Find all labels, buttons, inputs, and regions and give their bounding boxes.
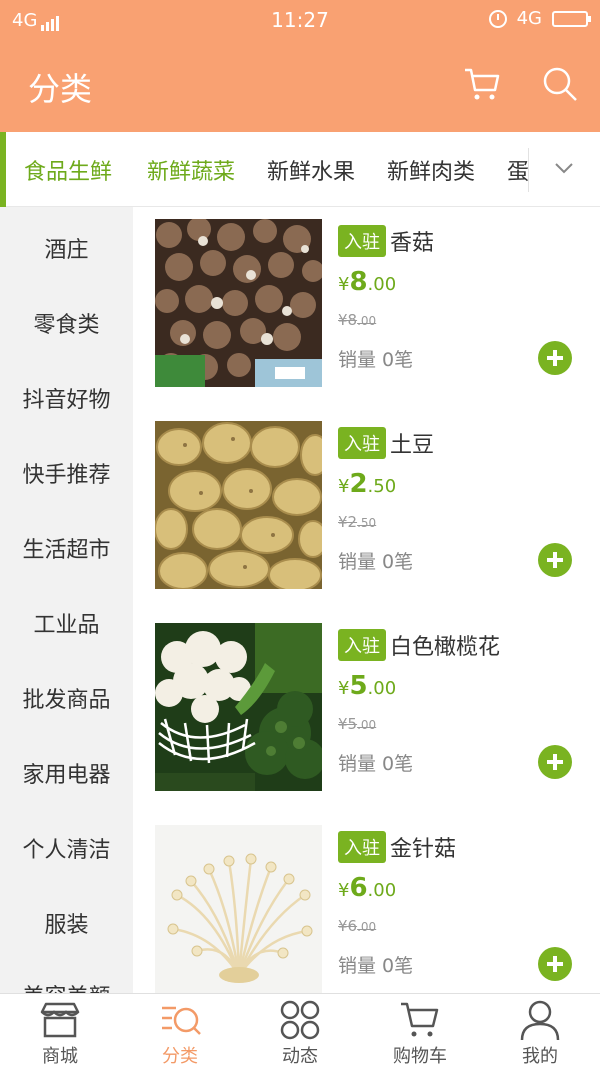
product-name[interactable]: 香菇	[390, 225, 434, 257]
page-title: 分类	[28, 70, 93, 108]
search-icon[interactable]	[540, 64, 580, 104]
sidebar-item-kuaishou[interactable]: 快手推荐	[0, 457, 133, 489]
product-price: ¥8.00	[338, 267, 397, 297]
product-name[interactable]: 金针菇	[390, 831, 456, 863]
nav-cart[interactable]: 购物车	[360, 994, 480, 1067]
sidebar-item-supermarket[interactable]: 生活超市	[0, 532, 133, 564]
product-sales: 销量 0笔	[338, 753, 414, 775]
product-card[interactable]: 入驻 白色橄榄花 ¥5.00 ¥5.00 销量 0笔	[133, 611, 600, 813]
settled-badge: 入驻	[338, 225, 386, 257]
nav-category[interactable]: 分类	[120, 994, 240, 1067]
nav-label: 分类	[162, 1046, 198, 1067]
product-image-mushroom[interactable]	[155, 219, 322, 387]
product-price: ¥6.00	[338, 873, 397, 903]
add-to-cart-button[interactable]	[538, 341, 572, 375]
product-price: ¥5.00	[338, 671, 397, 701]
product-card[interactable]: 入驻 香菇 ¥8.00 ¥8.00 销量 0笔	[133, 207, 600, 409]
product-sales: 销量 0笔	[338, 349, 414, 371]
battery-icon	[552, 10, 591, 27]
product-card[interactable]: 入驻 土豆 ¥2.50 ¥2.50 销量 0笔	[133, 409, 600, 611]
product-image-cauliflower[interactable]	[155, 623, 322, 791]
nav-profile[interactable]: 我的	[480, 994, 600, 1067]
sidebar-item-beauty[interactable]: 美容美颜	[0, 979, 133, 993]
bottom-nav: 商城 分类 动态 购物车 我的	[0, 993, 600, 1067]
nav-shop[interactable]: 商城	[0, 994, 120, 1067]
tab-eggs[interactable]: 蛋	[507, 154, 528, 186]
top-bar: 4G 11:27 4G 分类	[0, 0, 600, 132]
product-image-enoki[interactable]	[155, 825, 322, 993]
product-list: 入驻 香菇 ¥8.00 ¥8.00 销量 0笔 入驻 土豆 ¥2.50 ¥2.5…	[133, 207, 600, 993]
product-sales: 销量 0笔	[338, 955, 414, 977]
nav-label: 购物车	[393, 1046, 447, 1067]
nav-label: 我的	[522, 1046, 558, 1067]
nav-label: 动态	[282, 1046, 318, 1067]
product-original-price: ¥6.00	[338, 917, 377, 935]
settled-badge: 入驻	[338, 831, 386, 863]
add-to-cart-button[interactable]	[538, 543, 572, 577]
product-original-price: ¥2.50	[338, 513, 377, 531]
product-card[interactable]: 入驻 金针菇 ¥6.00 ¥6.00 销量 0笔	[133, 813, 600, 993]
tab-food-fresh[interactable]: 食品生鲜	[24, 154, 112, 186]
category-tabs: 食品生鲜 新鲜蔬菜 新鲜水果 新鲜肉类 蛋	[0, 132, 600, 207]
shop-icon	[40, 1002, 80, 1038]
add-to-cart-button[interactable]	[538, 745, 572, 779]
tab-fresh-vegetables[interactable]: 新鲜蔬菜	[147, 154, 235, 186]
nav-feed[interactable]: 动态	[240, 994, 360, 1067]
sidebar-item-douyin[interactable]: 抖音好物	[0, 382, 133, 414]
chevron-down-icon[interactable]	[552, 156, 576, 180]
product-name[interactable]: 白色橄榄花	[390, 629, 500, 661]
tab-fresh-fruit[interactable]: 新鲜水果	[267, 154, 355, 186]
user-icon	[520, 1000, 560, 1041]
sidebar-item-wine[interactable]: 酒庄	[0, 232, 133, 264]
category-sidebar: 酒庄 零食类 抖音好物 快手推荐 生活超市 工业品 批发商品 家用电器 个人清洁…	[0, 207, 133, 993]
alarm-icon	[488, 9, 507, 28]
product-price: ¥2.50	[338, 469, 397, 499]
nav-label: 商城	[42, 1046, 78, 1067]
product-sales: 销量 0笔	[338, 551, 414, 573]
product-original-price: ¥5.00	[338, 715, 377, 733]
sidebar-item-cleaning[interactable]: 个人清洁	[0, 832, 133, 864]
category-search-icon	[162, 1006, 201, 1035]
sidebar-item-clothing[interactable]: 服装	[0, 907, 133, 939]
network-label-right: 4G	[516, 8, 542, 29]
product-name[interactable]: 土豆	[390, 427, 434, 459]
cart-icon[interactable]	[462, 64, 502, 104]
grid-icon	[280, 1000, 320, 1040]
settled-badge: 入驻	[338, 427, 386, 459]
add-to-cart-button[interactable]	[538, 947, 572, 981]
tab-fresh-meat[interactable]: 新鲜肉类	[387, 154, 475, 186]
sidebar-item-snacks[interactable]: 零食类	[0, 307, 133, 339]
sidebar-item-wholesale[interactable]: 批发商品	[0, 682, 133, 714]
tabs-divider	[528, 148, 529, 192]
product-original-price: ¥8.00	[338, 311, 377, 329]
status-bar: 4G 11:27 4G	[0, 0, 600, 40]
sidebar-item-industrial[interactable]: 工业品	[0, 607, 133, 639]
sidebar-item-appliances[interactable]: 家用电器	[0, 757, 133, 789]
cart-icon	[401, 1002, 439, 1037]
product-image-potato[interactable]	[155, 421, 322, 589]
settled-badge: 入驻	[338, 629, 386, 661]
